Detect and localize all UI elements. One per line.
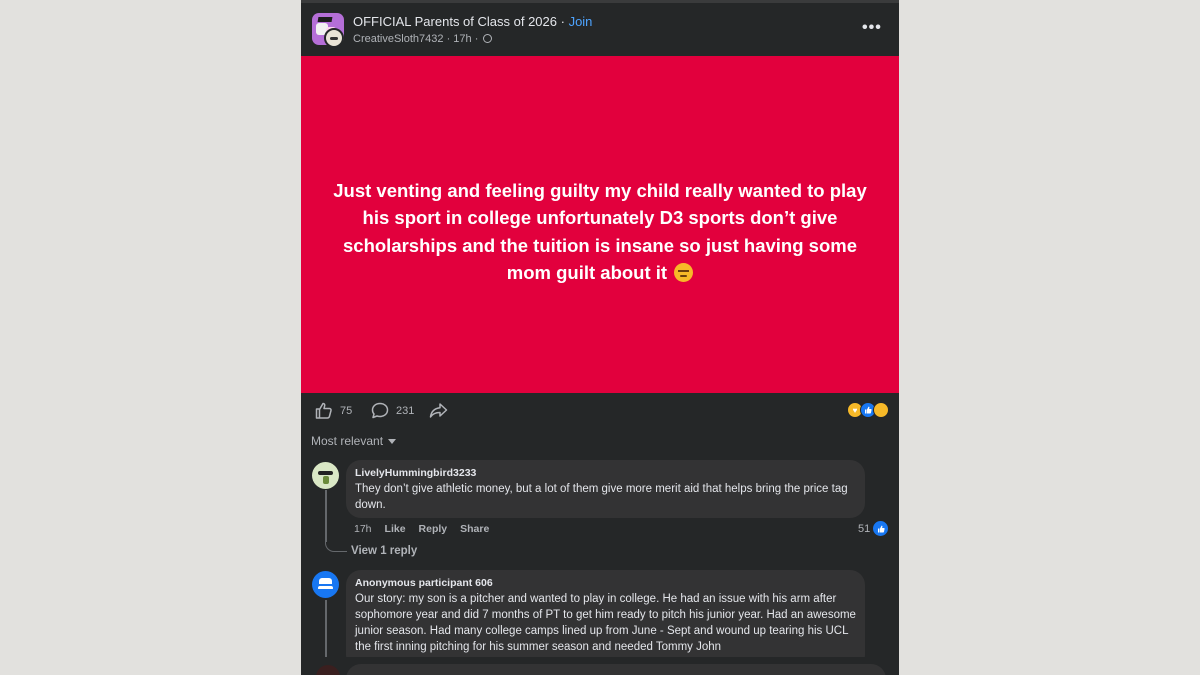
comment-sort-dropdown[interactable]: Most relevant bbox=[311, 434, 397, 448]
avatar-art-beak bbox=[323, 476, 329, 484]
comment-input[interactable] bbox=[346, 664, 886, 675]
post-time[interactable]: 17h bbox=[453, 33, 471, 45]
graduation-cap-icon bbox=[317, 17, 333, 22]
sad-reaction-icon bbox=[873, 402, 889, 418]
thumb-glyph bbox=[877, 525, 885, 532]
comment-reply-button[interactable]: Reply bbox=[419, 523, 448, 535]
comment-actions: 17h Like Reply Share bbox=[354, 523, 489, 535]
thread-line-2 bbox=[325, 600, 327, 657]
like-button[interactable]: 75 bbox=[315, 402, 352, 419]
group-name-line: OFFICIAL Parents of Class of 2026 · Join bbox=[353, 14, 592, 29]
avatar-art-glasses bbox=[318, 471, 333, 475]
post-actions-bar: 75 231 ♥ bbox=[301, 393, 899, 427]
view-replies-link[interactable]: View 1 reply bbox=[351, 545, 417, 557]
thumbs-up-icon bbox=[315, 402, 332, 419]
author-avatar[interactable] bbox=[324, 28, 344, 48]
comment-count: 231 bbox=[396, 404, 415, 417]
avatar-art-hat bbox=[319, 578, 332, 584]
share-button[interactable] bbox=[429, 402, 448, 419]
post-text: Just venting and feeling guilty my child… bbox=[333, 179, 867, 284]
comment-like-number: 51 bbox=[858, 522, 871, 535]
comment-text: They don’t give athletic money, but a lo… bbox=[355, 483, 848, 511]
comment-bubble-icon bbox=[371, 402, 389, 419]
comment-text: Our story: my son is a pitcher and wante… bbox=[355, 593, 856, 653]
post-card[interactable]: Just venting and feeling guilty my child… bbox=[301, 56, 899, 393]
share-arrow-icon bbox=[429, 403, 448, 418]
comment-author[interactable]: Anonymous participant 606 bbox=[355, 577, 856, 589]
separator: · bbox=[557, 14, 569, 29]
thread-connector bbox=[325, 540, 347, 552]
post-meta: CreativeSloth7432 · 17h · bbox=[353, 33, 493, 45]
anonymous-avatar[interactable] bbox=[312, 571, 339, 598]
sort-label: Most relevant bbox=[311, 434, 384, 448]
comment-button[interactable]: 231 bbox=[371, 402, 414, 419]
comment-bubble: Anonymous participant 606 Our story: my … bbox=[346, 570, 865, 670]
like-badge-icon bbox=[873, 521, 889, 536]
commenter-avatar[interactable] bbox=[312, 462, 339, 489]
comment-share-button[interactable]: Share bbox=[460, 523, 489, 535]
avatar-art-glasses bbox=[318, 586, 333, 590]
comment-like-count[interactable]: 51 bbox=[858, 521, 889, 536]
reaction-summary[interactable]: ♥ bbox=[847, 402, 889, 418]
facebook-post-panel: OFFICIAL Parents of Class of 2026 · Join… bbox=[301, 0, 899, 675]
post-text-block: Just venting and feeling guilty my child… bbox=[323, 177, 877, 287]
join-link[interactable]: Join bbox=[569, 14, 593, 29]
comment-like-button[interactable]: Like bbox=[385, 523, 406, 535]
caret-down-icon bbox=[388, 439, 397, 444]
post-header: OFFICIAL Parents of Class of 2026 · Join… bbox=[301, 3, 899, 56]
comment-time[interactable]: 17h bbox=[354, 523, 372, 535]
thumb-glyph bbox=[865, 406, 872, 414]
smirking-face-emoji-icon bbox=[674, 263, 694, 282]
author-name[interactable]: CreativeSloth7432 bbox=[353, 33, 444, 45]
comment-bubble: LivelyHummingbird3233 They don’t give at… bbox=[346, 460, 865, 518]
group-name-link[interactable]: OFFICIAL Parents of Class of 2026 bbox=[353, 14, 557, 29]
comment-author[interactable]: LivelyHummingbird3233 bbox=[355, 467, 856, 479]
thread-line bbox=[325, 490, 327, 542]
globe-icon bbox=[483, 34, 493, 43]
like-count: 75 bbox=[340, 404, 353, 417]
more-horizontal-icon[interactable]: ••• bbox=[862, 19, 882, 37]
